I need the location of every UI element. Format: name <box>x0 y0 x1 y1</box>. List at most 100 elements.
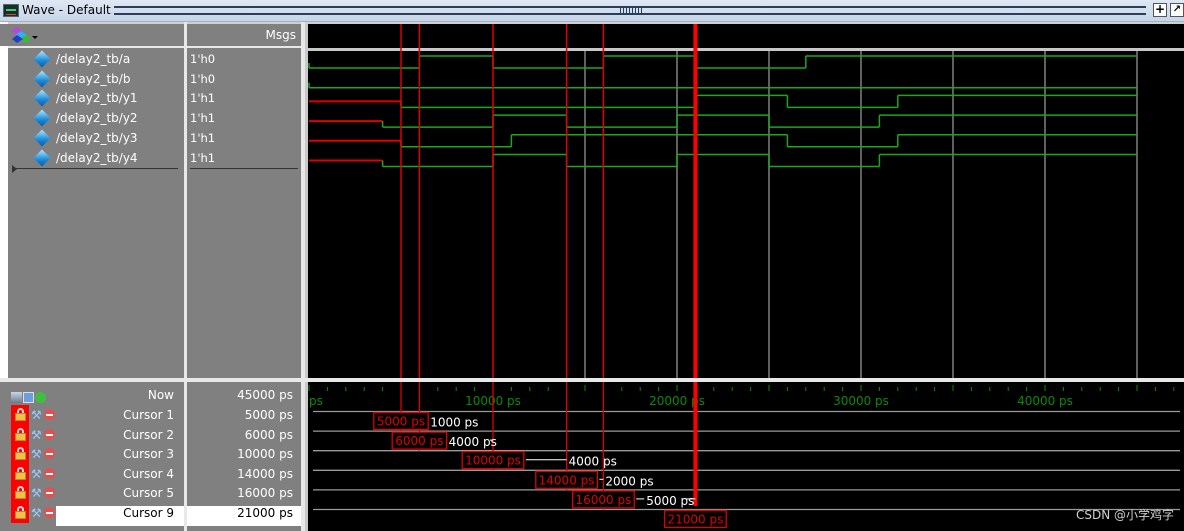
cursor-value-row[interactable]: 21000 ps <box>187 503 301 523</box>
cursor-row[interactable]: ⚒ Cursor 5 <box>0 483 184 503</box>
lock-icon[interactable] <box>11 424 29 445</box>
lock-icon[interactable] <box>11 463 29 484</box>
signal-name: /delay2_tb/a <box>56 52 131 66</box>
remove-cursor-icon[interactable] <box>44 428 55 440</box>
cursor-label: Cursor 1 <box>123 408 174 422</box>
cursor-values-pane: 45000 ps 5000 ps 6000 ps 10000 ps 14000 ps 1… <box>187 382 301 531</box>
cursor-timeline-svg[interactable]: ps 10000 ps 20000 ps 30000 ps 40000 ps5000 p… <box>305 382 1184 531</box>
lock-icon[interactable] <box>11 503 29 523</box>
signal-group-icon[interactable] <box>12 27 38 43</box>
signal-name: /delay2_tb/y1 <box>56 91 138 106</box>
wrench-icon[interactable]: ⚒ <box>31 447 42 461</box>
insertion-marker <box>12 168 178 169</box>
cursor-list-icon[interactable] <box>23 392 34 403</box>
ruler-label: 40000 ps <box>1017 394 1073 408</box>
lock-body <box>15 471 26 480</box>
lock-icon[interactable] <box>11 483 29 503</box>
column-divider[interactable] <box>184 382 187 531</box>
cursor-value: 16000 ps <box>237 486 293 501</box>
signal-value: 1'h1 <box>190 130 216 145</box>
signal-value: 1'h1 <box>190 111 216 126</box>
remove-cursor-icon[interactable] <box>44 448 55 460</box>
cursor-row[interactable]: ⚒ Cursor 4 <box>0 463 184 484</box>
signal-diamond-icon <box>33 70 51 88</box>
now-label: Now <box>147 388 174 402</box>
cursor-value-row[interactable]: 5000 ps <box>187 405 301 425</box>
cursor-names-pane: Now ⚒ Cursor 1 ⚒ Cursor 2 ⚒ Cursor 3 ⚒ Cursor 4… <box>0 382 184 531</box>
remove-cursor-icon[interactable] <box>44 409 55 420</box>
cursor-value-row[interactable]: 6000 ps <box>187 425 301 445</box>
values-column-header[interactable]: Msgs <box>187 24 301 46</box>
watermark: CSDN @小学鸡字 <box>1075 508 1174 522</box>
signal-value: 1'h0 <box>190 52 216 66</box>
cursor-value-row[interactable]: 14000 ps <box>187 464 301 484</box>
lock-icon[interactable] <box>11 405 29 425</box>
signal-row[interactable]: /delay2_tb/y2 <box>8 109 184 129</box>
wrench-icon[interactable]: ⚒ <box>31 467 42 481</box>
wrench-icon[interactable]: ⚒ <box>31 428 42 442</box>
cursor-row[interactable]: ⚒ Cursor 1 <box>0 405 184 425</box>
signal-name: /delay2_tb/y2 <box>56 111 138 126</box>
add-button[interactable]: + <box>1153 3 1167 17</box>
cursor-time-label: 10000 ps <box>465 454 521 468</box>
signal-diamond-icon <box>33 149 51 166</box>
wave-left-border <box>305 24 308 378</box>
undock-button[interactable]: ↗ <box>1170 3 1184 17</box>
cursor-time-label: 21000 ps <box>667 513 723 527</box>
remove-cursor-icon[interactable] <box>44 507 55 518</box>
drag-handle[interactable] <box>620 7 644 14</box>
lock-body <box>15 491 26 500</box>
signal-row[interactable]: /delay2_tb/y4 <box>8 149 184 169</box>
signal-diamond-icon <box>33 109 51 127</box>
cursor-delta-label: 4000 ps <box>569 455 617 469</box>
remove-cursor-icon[interactable] <box>44 467 55 479</box>
cursor-label: Cursor 5 <box>123 486 174 501</box>
signal-name: /delay2_tb/y3 <box>56 130 138 145</box>
signal-values-pane: 1'h0 1'h0 1'h1 1'h1 1'h1 1'h1 <box>187 48 301 378</box>
cursor-time-label: 5000 ps <box>377 415 425 429</box>
cursor-time-label: 6000 ps <box>395 434 443 448</box>
cursor-label: Cursor 9 <box>123 506 174 520</box>
signal-diamond-icon <box>33 89 51 107</box>
lock-body <box>15 413 26 421</box>
cursor-row[interactable]: ⚒ Cursor 2 <box>0 424 184 445</box>
window-title: Wave - Default <box>22 3 111 17</box>
cursor-timeline[interactable]: ps 10000 ps 20000 ps 30000 ps 40000 ps 5000 p… <box>305 382 1184 531</box>
signal-name: /delay2_tb/b <box>56 71 131 86</box>
lock-body <box>15 452 26 461</box>
remove-cursor-icon[interactable] <box>44 487 55 499</box>
cursor-label: Cursor 4 <box>123 466 174 481</box>
cursor-delta-label: 2000 ps <box>605 474 653 488</box>
wrench-icon[interactable]: ⚒ <box>31 506 42 520</box>
insertion-arrow-icon <box>12 165 17 173</box>
cursor-row[interactable]: ⚒ Cursor 3 <box>0 444 184 464</box>
signal-name: /delay2_tb/y4 <box>56 150 138 165</box>
find-cursor-icon[interactable] <box>11 392 22 403</box>
waveform-svg[interactable] <box>305 24 1184 378</box>
lock-body <box>15 511 26 519</box>
wave-app-icon <box>3 4 19 17</box>
signal-row[interactable]: /delay2_tb/y1 <box>8 89 184 109</box>
cursor-value-row[interactable]: 16000 ps <box>187 483 301 503</box>
cursor-time-label: 16000 ps <box>575 493 631 507</box>
signal-row[interactable]: /delay2_tb/b <box>8 70 184 90</box>
now-toolbar <box>11 390 47 404</box>
now-value: 45000 ps <box>237 388 293 402</box>
cursor-value: 10000 ps <box>237 447 293 462</box>
cursor-time-label: 14000 ps <box>539 473 595 487</box>
window-titlebar: Wave - Default + ↗ <box>0 0 1184 22</box>
wrench-icon[interactable]: ⚒ <box>31 408 42 422</box>
add-cursor-icon[interactable] <box>35 392 46 403</box>
now-value-row: 45000 ps <box>187 385 301 405</box>
wrench-icon[interactable]: ⚒ <box>31 486 42 500</box>
cursor-value: 6000 ps <box>244 427 293 442</box>
signal-row[interactable]: /delay2_tb/y3 <box>8 129 184 149</box>
lock-body <box>15 432 26 441</box>
lock-icon[interactable] <box>11 444 29 464</box>
signal-value: 1'h1 <box>190 150 216 165</box>
cursor-delta-label: 1000 ps <box>430 416 478 430</box>
waveform-canvas[interactable] <box>305 24 1184 378</box>
names-column-header[interactable] <box>0 24 184 46</box>
cursor-value-row[interactable]: 10000 ps <box>187 444 301 464</box>
signal-row[interactable]: /delay2_tb/a <box>8 50 184 70</box>
